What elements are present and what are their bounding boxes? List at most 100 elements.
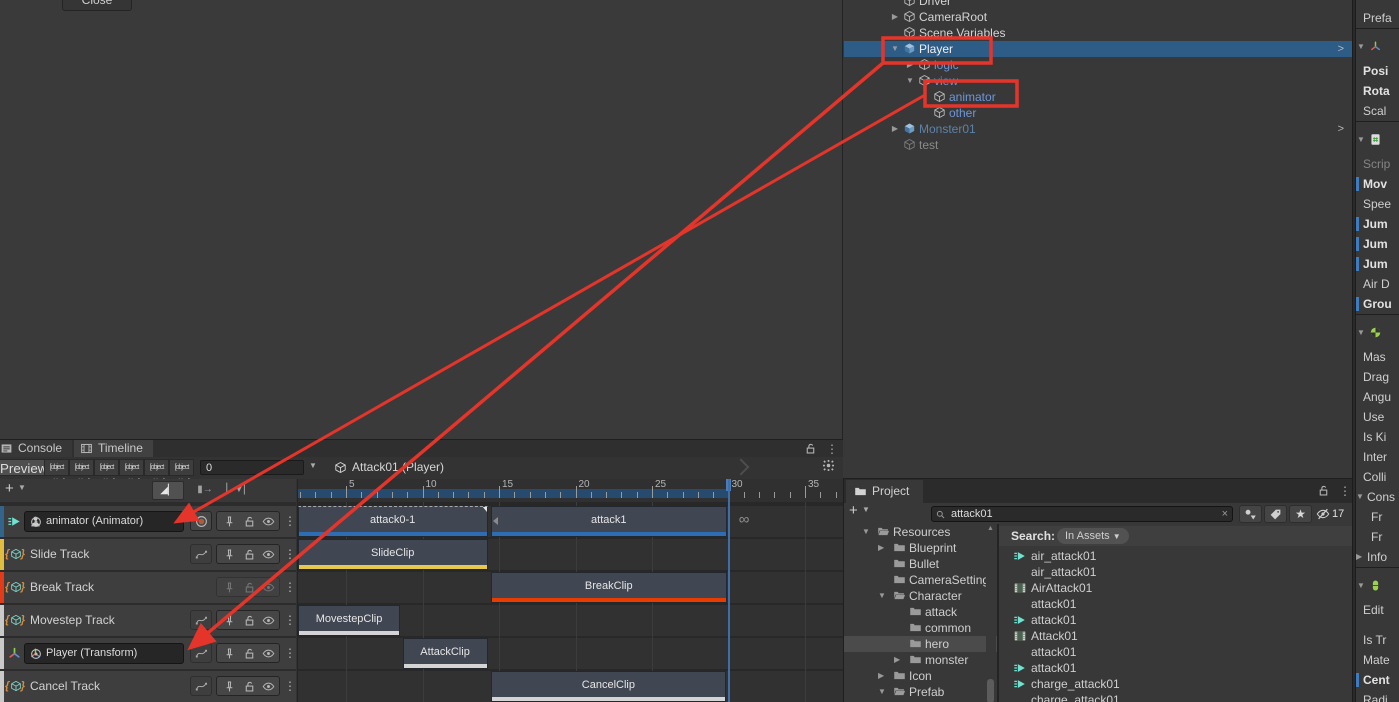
track-header[interactable]: {} Cancel Track ⋮ <box>0 671 296 702</box>
hierarchy-row[interactable]: animator <box>844 89 1352 105</box>
tab-timeline[interactable]: Timeline <box>74 440 153 457</box>
scrollbar-thumb[interactable] <box>987 679 994 702</box>
lock-icon[interactable] <box>243 515 256 528</box>
expand-arrow-icon[interactable]: ▼ <box>904 73 916 89</box>
current-frame-field[interactable] <box>200 460 304 475</box>
search-result-row[interactable]: Attack01 <box>999 628 1352 644</box>
foldout-arrow-icon[interactable]: ▼ <box>1357 578 1365 594</box>
timeline-clip[interactable]: CancelClip <box>491 671 727 702</box>
pin-icon[interactable] <box>223 614 236 627</box>
search-result-row[interactable]: attack01 <box>999 612 1352 628</box>
hierarchy-row[interactable]: ▼ view <box>844 73 1352 89</box>
eye-icon[interactable] <box>262 515 275 528</box>
pin-icon[interactable] <box>223 581 236 594</box>
edit-mode-replace-button[interactable]: ▏▼▏ <box>224 481 254 500</box>
eye-icon[interactable] <box>262 647 275 660</box>
expand-arrow-icon[interactable]: ▶ <box>904 57 916 73</box>
tab-console[interactable]: Console <box>0 440 72 457</box>
expand-arrow-icon[interactable]: ▶ <box>889 9 901 25</box>
search-result-row[interactable]: air_attack01 <box>999 564 1352 580</box>
lock-icon[interactable] <box>243 548 256 561</box>
track-header[interactable]: {} Break Track ⋮ <box>0 572 296 603</box>
tree-scrollbar[interactable]: ▲ <box>986 524 996 702</box>
transport-button[interactable]: [object Object] <box>44 459 69 476</box>
expand-arrow-icon[interactable]: ▶ <box>878 540 884 556</box>
search-by-type-button[interactable] <box>1239 505 1262 523</box>
hierarchy-row[interactable]: test <box>844 137 1352 153</box>
project-search-field[interactable]: × <box>931 506 1233 522</box>
folder-row[interactable]: attack <box>844 604 997 620</box>
track-kebab-icon[interactable]: ⋮ <box>284 506 296 537</box>
lock-icon[interactable] <box>243 647 256 660</box>
clear-search-icon[interactable]: × <box>1222 507 1228 521</box>
folder-row[interactable]: ▶ Blueprint <box>844 540 997 556</box>
expand-arrow-icon[interactable]: ▶ <box>894 652 900 668</box>
object-picker-icon[interactable] <box>29 647 43 661</box>
record-or-curve-button[interactable] <box>190 676 212 696</box>
record-or-curve-button[interactable] <box>190 610 212 630</box>
timeline-ruler[interactable]: 5101520253035 <box>297 479 843 502</box>
kebab-menu-icon[interactable]: ⋮ <box>1339 484 1351 498</box>
add-track-button[interactable]: + ▼ <box>5 480 26 497</box>
track-kebab-icon[interactable]: ⋮ <box>284 671 296 702</box>
object-picker-icon[interactable] <box>29 515 43 529</box>
curves-toggle-button[interactable]: ◢▏ <box>152 481 184 500</box>
gear-icon[interactable] <box>822 459 835 472</box>
expand-arrow-icon[interactable]: ▶ <box>889 121 901 137</box>
eye-icon[interactable] <box>262 614 275 627</box>
transport-button[interactable]: [object Object] <box>144 459 169 476</box>
folder-row[interactable]: ▼ Resources <box>844 524 997 540</box>
foldout-arrow-icon[interactable]: ▼ <box>1357 132 1365 148</box>
folder-row[interactable]: ▶ monster <box>844 652 997 668</box>
record-or-curve-button[interactable] <box>190 511 212 531</box>
foldout-arrow-icon[interactable]: ▼ <box>1356 489 1364 505</box>
timeline-clip-lanes[interactable]: attack0-1attack1SlideClipBreakClipMovest… <box>297 502 843 702</box>
timeline-clip[interactable]: AttackClip <box>403 638 488 669</box>
search-result-row[interactable]: attack01 <box>999 644 1352 660</box>
create-asset-button[interactable]: + ▼ <box>849 502 870 519</box>
eye-icon[interactable] <box>262 680 275 693</box>
track-binding-field[interactable]: Player (Transform) <box>24 643 184 664</box>
pin-icon[interactable] <box>223 515 236 528</box>
prefab-open-chevron[interactable]: > <box>1338 121 1344 137</box>
frame-field-caret-icon[interactable]: ▼ <box>309 461 317 470</box>
lock-icon[interactable] <box>243 680 256 693</box>
search-result-row[interactable]: charge_attack01 <box>999 692 1352 702</box>
transport-button[interactable]: [object Object] <box>69 459 94 476</box>
track-header[interactable]: animator (Animator) ⋮ <box>0 506 296 537</box>
lock-icon[interactable] <box>243 581 256 594</box>
prefab-open-chevron[interactable]: > <box>1338 41 1344 57</box>
timeline-clip[interactable]: SlideClip <box>298 539 488 570</box>
expand-arrow-icon[interactable]: ▶ <box>878 668 884 684</box>
folder-row[interactable]: ▶ Icon <box>844 668 997 684</box>
scroll-up-icon[interactable]: ▲ <box>987 525 994 532</box>
folder-row[interactable]: ▼ Prefab <box>844 684 997 700</box>
hierarchy-row[interactable]: other <box>844 105 1352 121</box>
hierarchy-row[interactable]: ▶ CameraRoot <box>844 9 1352 25</box>
folder-row[interactable]: common <box>844 620 997 636</box>
tab-project[interactable]: Project <box>846 480 923 503</box>
search-result-row[interactable]: attack01 <box>999 596 1352 612</box>
track-header[interactable]: {} Movestep Track ⋮ <box>0 605 296 636</box>
foldout-arrow-icon[interactable]: ▼ <box>1357 39 1365 55</box>
expand-arrow-icon[interactable]: ▼ <box>889 41 901 57</box>
timeline-breadcrumb[interactable]: Attack01 (Player) <box>334 458 444 477</box>
track-header[interactable]: Player (Transform) ⋮ <box>0 638 296 669</box>
lock-open-icon[interactable] <box>804 442 817 455</box>
track-kebab-icon[interactable]: ⋮ <box>284 539 296 570</box>
expand-arrow-icon[interactable]: ▼ <box>862 524 870 540</box>
expand-arrow-icon[interactable]: ▼ <box>878 588 886 604</box>
transport-button[interactable]: [object Object] <box>169 459 194 476</box>
folder-row[interactable]: CameraSetting <box>844 572 997 588</box>
foldout-arrow-icon[interactable]: ▼ <box>1357 325 1365 341</box>
lock-open-icon[interactable] <box>1317 484 1330 497</box>
hierarchy-row[interactable]: Driver <box>844 0 1352 9</box>
record-or-curve-button[interactable] <box>190 544 212 564</box>
search-by-label-button[interactable] <box>1264 505 1287 523</box>
search-result-row[interactable]: charge_attack01 <box>999 676 1352 692</box>
timeline-clip[interactable]: attack0-1 <box>298 506 488 537</box>
search-result-row[interactable]: attack01 <box>999 660 1352 676</box>
search-result-row[interactable]: AirAttack01 <box>999 580 1352 596</box>
hierarchy-row[interactable]: ▶ logic <box>844 57 1352 73</box>
close-button[interactable]: Close <box>62 0 132 11</box>
